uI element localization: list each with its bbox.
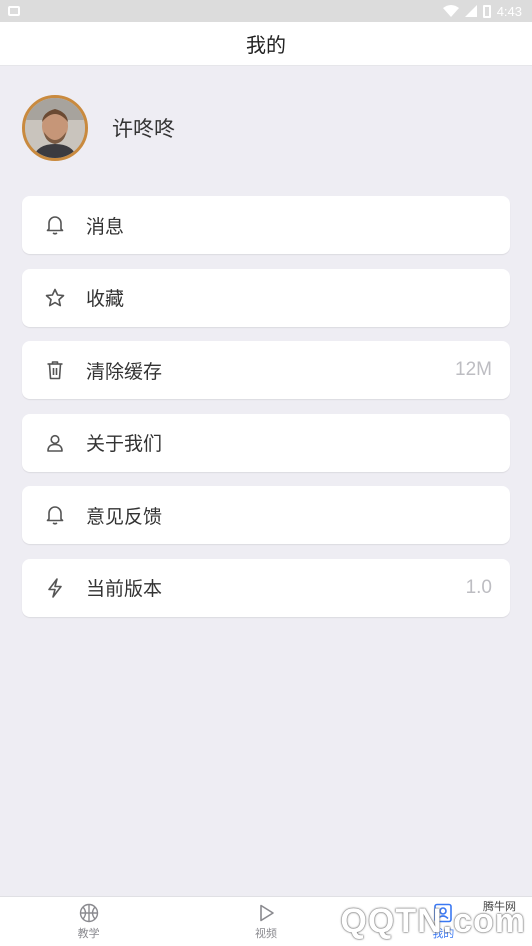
tab-label: 视频	[254, 926, 277, 940]
menu-list: 消息 收藏 清除缓存 12M 关于我们 意见反馈 当前版本 1.0	[22, 196, 510, 631]
star-icon	[44, 287, 66, 309]
title-bar: 我的	[0, 22, 532, 66]
menu-item-messages[interactable]: 消息	[22, 196, 510, 254]
menu-item-favorites[interactable]: 收藏	[22, 268, 510, 327]
notification-icon	[8, 6, 20, 16]
menu-item-clear-cache[interactable]: 清除缓存 12M	[22, 341, 510, 399]
tab-teaching[interactable]: 教学	[0, 897, 177, 946]
lightning-icon	[44, 577, 66, 599]
cache-size-value: 12M	[455, 359, 492, 380]
avatar-image	[25, 98, 85, 158]
tab-label: 我的	[432, 926, 455, 940]
avatar[interactable]	[22, 95, 88, 161]
trash-icon	[44, 359, 66, 381]
tab-video[interactable]: 视频	[177, 897, 354, 946]
profile-section[interactable]: 许咚咚	[22, 94, 175, 162]
username: 许咚咚	[112, 117, 175, 141]
bottom-tab-bar: 教学 视频 我的	[0, 896, 532, 946]
status-bar: 4:43	[0, 0, 532, 22]
basketball-icon	[79, 903, 98, 922]
profile-icon	[434, 903, 453, 922]
status-time: 4:43	[496, 3, 522, 19]
menu-item-feedback[interactable]: 意见反馈	[22, 486, 510, 544]
menu-item-label: 消息	[86, 215, 125, 238]
menu-item-label: 当前版本	[86, 578, 163, 600]
wifi-icon	[442, 5, 459, 17]
menu-item-label: 清除缓存	[86, 360, 163, 383]
user-icon	[44, 432, 66, 454]
bell-icon	[44, 504, 66, 526]
menu-item-version[interactable]: 当前版本 1.0	[22, 558, 510, 617]
tab-label: 教学	[77, 926, 100, 940]
menu-item-label: 收藏	[86, 288, 125, 310]
menu-item-label: 关于我们	[86, 433, 163, 455]
tab-mine[interactable]: 我的	[355, 897, 532, 946]
page-title: 我的	[246, 33, 286, 57]
signal-icon	[464, 5, 477, 17]
menu-item-about-us[interactable]: 关于我们	[22, 413, 510, 472]
battery-icon	[482, 4, 491, 18]
menu-item-label: 意见反馈	[86, 505, 163, 528]
version-value: 1.0	[465, 576, 492, 598]
status-indicators: 4:43	[442, 3, 522, 19]
play-icon	[260, 904, 274, 921]
bell-icon	[44, 214, 66, 236]
